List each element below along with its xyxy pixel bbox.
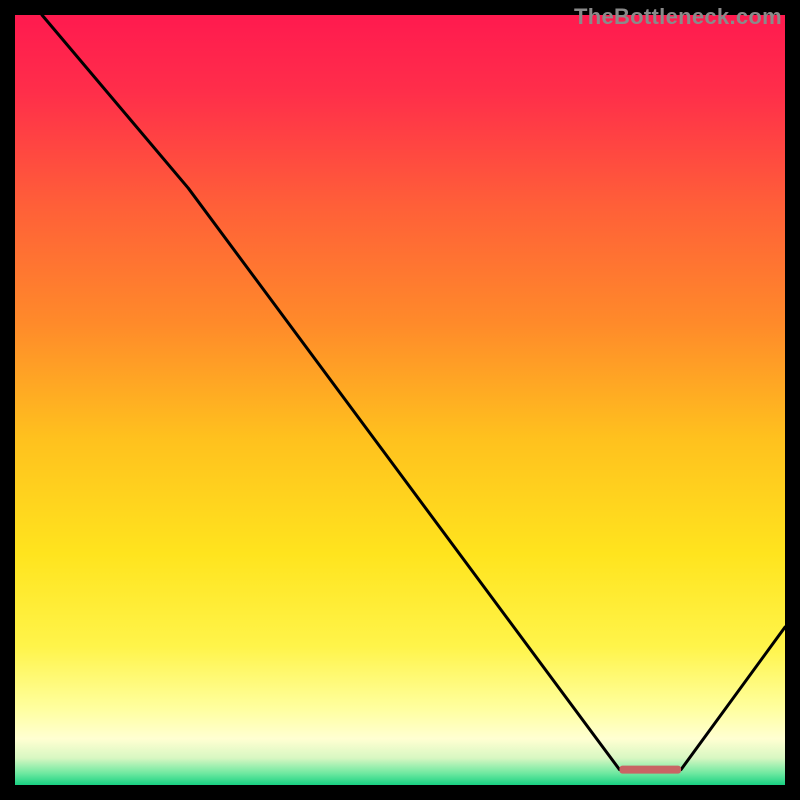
plot-background xyxy=(15,15,785,785)
watermark-text: TheBottleneck.com xyxy=(574,4,782,30)
optimal-marker xyxy=(619,766,681,774)
chart-container: TheBottleneck.com xyxy=(0,0,800,800)
bottleneck-chart xyxy=(0,0,800,800)
